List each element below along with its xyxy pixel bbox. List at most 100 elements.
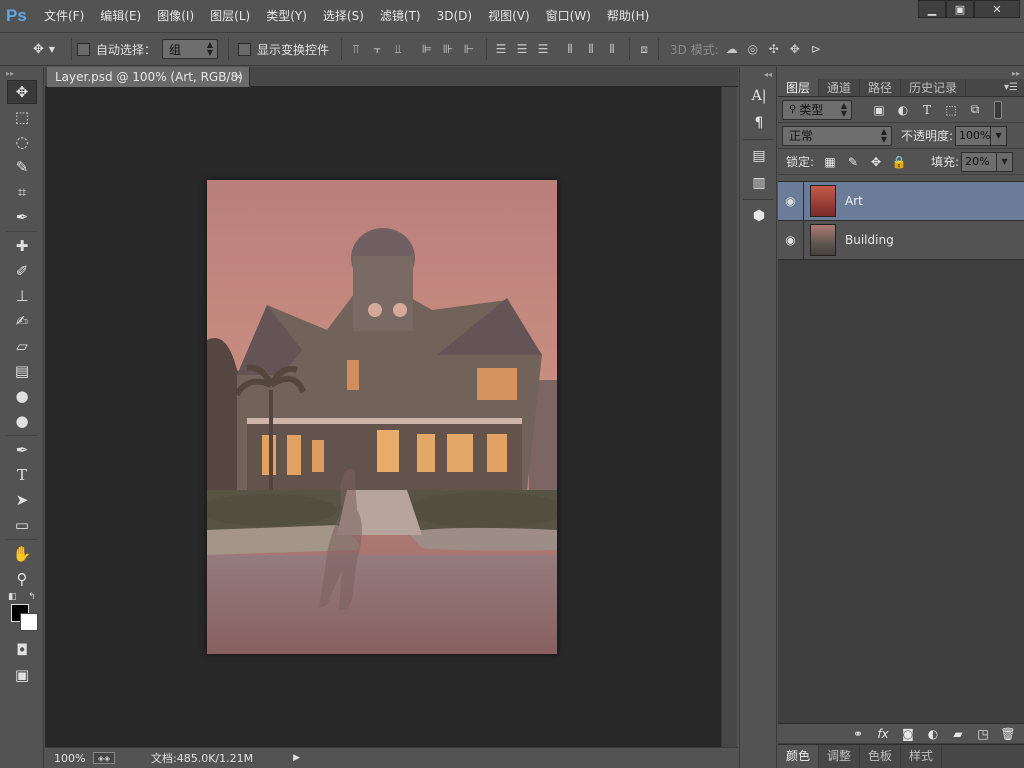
shape-filter-icon[interactable]: ⬚ xyxy=(942,101,960,119)
distribute-left-icon[interactable]: ⦀ xyxy=(561,40,579,58)
hand-tool-icon[interactable]: ✋ xyxy=(7,542,37,566)
align-hcenter-icon[interactable]: ⊪ xyxy=(439,40,457,58)
vertical-scrollbar[interactable] xyxy=(721,87,737,747)
lock-position-icon[interactable]: ✥ xyxy=(868,154,884,170)
tab-styles[interactable]: 样式 xyxy=(901,745,943,768)
layer-row-building[interactable]: ◉ Building xyxy=(778,220,1024,260)
tab-color[interactable]: 颜色 xyxy=(778,745,820,768)
document-canvas-image[interactable] xyxy=(207,180,557,654)
tab-adjustments[interactable]: 调整 xyxy=(819,745,861,768)
pen-tool-icon[interactable]: ✒ xyxy=(7,438,37,462)
dodge-tool-icon[interactable]: ● xyxy=(7,409,37,433)
filter-toggle[interactable] xyxy=(994,100,1002,119)
show-transform-checkbox[interactable] xyxy=(238,42,252,56)
pixel-filter-icon[interactable]: ▣ xyxy=(870,101,888,119)
adjustment-filter-icon[interactable]: ◐ xyxy=(894,101,912,119)
distribute-bottom-icon[interactable]: ☰ xyxy=(534,40,552,58)
distribute-hcenter-icon[interactable]: ⦀ xyxy=(582,40,600,58)
tab-channels[interactable]: 通道 xyxy=(819,79,861,96)
default-colors-icon[interactable]: ◧ xyxy=(8,592,17,602)
auto-select-checkbox[interactable] xyxy=(77,42,90,56)
distribute-vcenter-icon[interactable]: ☰ xyxy=(513,40,531,58)
new-group-icon[interactable]: ▰ xyxy=(950,726,966,742)
visibility-eye-icon[interactable]: ◉ xyxy=(778,181,804,221)
gradient-tool-icon[interactable]: ▤ xyxy=(7,359,37,383)
menu-3d[interactable]: 3D(D) xyxy=(429,0,480,32)
panel-collapse-icon[interactable]: ▸▸ xyxy=(778,67,1024,79)
menu-select[interactable]: 选择(S) xyxy=(315,0,372,32)
slide-3d-icon[interactable]: ✥ xyxy=(786,40,804,58)
lock-transparent-icon[interactable]: ▦ xyxy=(822,154,838,170)
opacity-slider-toggle[interactable]: ▼ xyxy=(991,125,1008,146)
minimize-button[interactable]: ▁ xyxy=(918,0,946,18)
quick-mask-icon[interactable]: ◘ xyxy=(7,638,37,662)
add-mask-icon[interactable]: ◙ xyxy=(900,726,916,742)
lock-pixels-icon[interactable]: ✎ xyxy=(845,154,861,170)
link-layers-icon[interactable]: ⚭ xyxy=(850,726,866,742)
align-top-icon[interactable]: ⫪ xyxy=(347,40,365,58)
history-brush-tool-icon[interactable]: ✍ xyxy=(7,309,37,333)
fx-icon[interactable]: fx xyxy=(875,726,891,742)
background-color-swatch[interactable] xyxy=(20,613,38,631)
status-preview-icon[interactable]: ◈◈ xyxy=(93,752,115,764)
fill-field[interactable]: 20% xyxy=(961,151,998,172)
align-left-icon[interactable]: ⊫ xyxy=(418,40,436,58)
scale-3d-icon[interactable]: ⊳ xyxy=(807,40,825,58)
type-tool-icon[interactable]: T xyxy=(7,463,37,487)
opacity-field[interactable]: 100% xyxy=(955,125,992,146)
menu-window[interactable]: 窗口(W) xyxy=(538,0,599,32)
tab-history[interactable]: 历史记录 xyxy=(901,79,967,96)
tab-layers[interactable]: 图层 xyxy=(778,79,820,96)
character-panel-icon[interactable]: A| xyxy=(746,84,772,108)
close-button[interactable]: ✕ xyxy=(974,0,1020,18)
quick-select-tool-icon[interactable]: ✎ xyxy=(7,155,37,179)
marquee-tool-icon[interactable]: ⬚ xyxy=(7,105,37,129)
menu-filter[interactable]: 滤镜(T) xyxy=(372,0,429,32)
info-panel-icon[interactable]: ▤ xyxy=(746,144,772,168)
lasso-tool-icon[interactable]: ◌ xyxy=(7,130,37,154)
menu-layer[interactable]: 图层(L) xyxy=(202,0,258,32)
menu-view[interactable]: 视图(V) xyxy=(480,0,538,32)
tab-swatches[interactable]: 色板 xyxy=(860,745,902,768)
trash-icon[interactable]: 🗑 xyxy=(1000,726,1016,742)
eyedropper-tool-icon[interactable]: ✒ xyxy=(7,205,37,229)
lock-all-icon[interactable]: 🔒 xyxy=(891,154,907,170)
path-select-tool-icon[interactable]: ➤ xyxy=(7,488,37,512)
menu-image[interactable]: 图像(I) xyxy=(149,0,202,32)
screen-mode-icon[interactable]: ▣ xyxy=(7,663,37,687)
menu-type[interactable]: 类型(Y) xyxy=(258,0,315,32)
move-tool-preset-picker[interactable]: ✥ ▼ xyxy=(22,36,66,62)
fill-slider-toggle[interactable]: ▼ xyxy=(997,151,1014,172)
status-menu-arrow-icon[interactable]: ▶ xyxy=(293,753,300,763)
type-filter-icon[interactable]: T xyxy=(918,101,936,119)
align-vcenter-icon[interactable]: ⫟ xyxy=(368,40,386,58)
notes-panel-icon[interactable]: ▥ xyxy=(746,171,772,195)
menu-file[interactable]: 文件(F) xyxy=(36,0,92,32)
auto-select-dropdown[interactable]: 组 ▲ ▼ xyxy=(162,39,219,59)
panel-menu-icon[interactable]: ▾☰ xyxy=(1004,79,1018,97)
align-right-icon[interactable]: ⊩ xyxy=(460,40,478,58)
smart-object-filter-icon[interactable]: ⧉ xyxy=(966,101,984,119)
document-tab[interactable]: Layer.psd @ 100% (Art, RGB/8) * × xyxy=(47,67,250,104)
blur-tool-icon[interactable]: ● xyxy=(7,384,37,408)
paragraph-panel-icon[interactable]: ¶ xyxy=(746,111,772,135)
align-bottom-icon[interactable]: ⫫ xyxy=(389,40,407,58)
tab-paths[interactable]: 路径 xyxy=(860,79,902,96)
new-layer-icon[interactable]: ◳ xyxy=(975,726,991,742)
swap-colors-icon[interactable]: ↰ xyxy=(28,592,36,602)
panel-expand-icon[interactable]: ◂◂ xyxy=(740,67,776,81)
blend-mode-dropdown[interactable]: 正常 ▲ ▼ xyxy=(782,125,892,146)
adjustment-layer-icon[interactable]: ◐ xyxy=(925,726,941,742)
clone-stamp-tool-icon[interactable]: ⊥ xyxy=(7,284,37,308)
panel-collapse-icon[interactable]: ▸▸ xyxy=(0,67,43,79)
healing-brush-tool-icon[interactable]: ✚ xyxy=(7,234,37,258)
roll-3d-icon[interactable]: ◎ xyxy=(744,40,762,58)
crop-tool-icon[interactable]: ⌗ xyxy=(7,180,37,204)
brush-tool-icon[interactable]: ✐ xyxy=(7,259,37,283)
maximize-button[interactable]: ▣ xyxy=(946,0,974,18)
visibility-eye-icon[interactable]: ◉ xyxy=(778,220,804,260)
close-tab-icon[interactable]: × xyxy=(234,67,243,87)
eraser-tool-icon[interactable]: ▱ xyxy=(7,334,37,358)
orbit-3d-icon[interactable]: ☁ xyxy=(723,40,741,58)
layer-row-art[interactable]: ◉ Art xyxy=(778,181,1024,221)
